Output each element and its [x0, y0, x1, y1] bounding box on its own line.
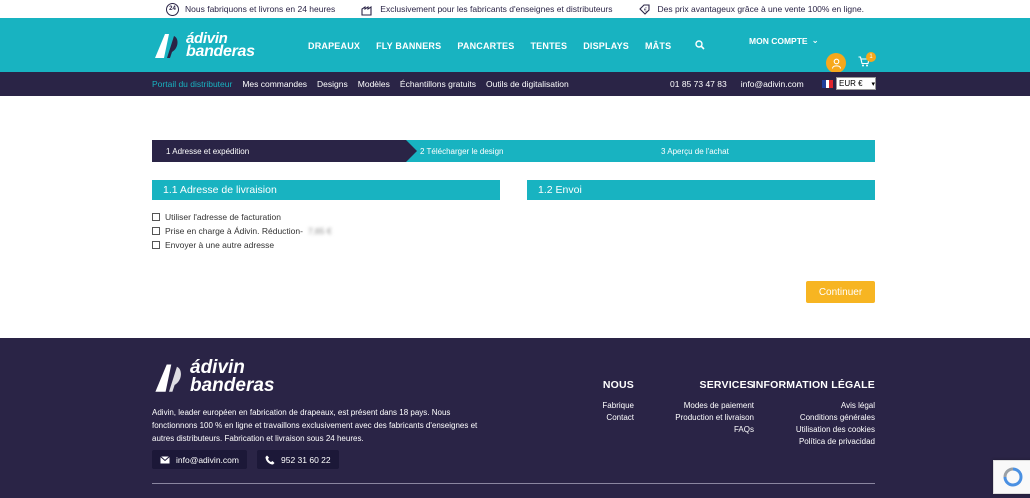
info-text: Nous fabriquons et livrons en 24 heures [185, 4, 336, 14]
logo-mark-icon [155, 364, 181, 392]
footer-link[interactable]: Fabrique [602, 400, 634, 412]
step-preview[interactable]: 3 Aperçu de l'achat [661, 147, 729, 156]
footer-col-legal: INFORMATION LÉGALE Avis légal Conditions… [753, 379, 875, 448]
footer-divider [152, 483, 875, 484]
option-label: Envoyer à une autre adresse [165, 240, 275, 250]
footer-link[interactable]: FAQs [675, 424, 754, 436]
footer-col-services: SERVICES Modes de paiement Production et… [675, 379, 754, 436]
main-header: ádivin banderas DRAPEAUX FLY BANNERS PAN… [0, 18, 1030, 73]
footer-link[interactable]: Política de privacidad [753, 436, 875, 448]
nav-tentes[interactable]: TENTES [530, 41, 567, 51]
nav-displays[interactable]: DISPLAYS [583, 41, 629, 51]
option-label: Prise en charge à Ádivin. Réduction- [165, 226, 303, 236]
step-label: 1 Adresse et expédition [166, 147, 250, 156]
subnav-samples[interactable]: Échantillons gratuits [400, 79, 476, 89]
recaptcha-icon [1003, 467, 1023, 487]
shipping-header: 1.2 Envoi [527, 180, 875, 200]
search-icon[interactable] [695, 40, 705, 50]
checkout-steps: 1 Adresse et expédition 2 Télécharger le… [152, 140, 875, 162]
subnav-digital-tools[interactable]: Outils de digitalisation [486, 79, 569, 89]
subnav-designs[interactable]: Designs [317, 79, 348, 89]
discount-value: 7,65 € [307, 226, 332, 236]
checkbox[interactable] [152, 241, 160, 249]
subnav-email[interactable]: info@adivin.com [741, 79, 804, 89]
footer-col-nous: NOUS Fabrique Contact [602, 379, 634, 424]
footer-link[interactable]: Conditions générales [753, 412, 875, 424]
footer-email-text: info@adivin.com [176, 454, 239, 465]
subnav-phone[interactable]: 01 85 73 47 83 [670, 79, 727, 89]
nav-mats[interactable]: MÂTS [645, 41, 671, 51]
recaptcha-badge[interactable] [993, 460, 1030, 494]
option-pickup[interactable]: Prise en charge à Ádivin. Réduction- 7,65… [152, 224, 332, 238]
footer-description: Adivin, leader européen en fabrication d… [152, 408, 478, 443]
footer-link[interactable]: Production et livraison [675, 412, 754, 424]
cart-count-badge: 1 [866, 52, 876, 62]
nav-fly-banners[interactable]: FLY BANNERS [376, 41, 441, 51]
footer-phone-text: 952 31 60 22 [281, 454, 331, 465]
footer-logo[interactable]: ádivin banderas [152, 358, 274, 396]
logo-line2: banderas [186, 43, 255, 60]
factory-icon [361, 5, 372, 16]
footer-email[interactable]: info@adivin.com [152, 450, 247, 469]
nav-pancartes[interactable]: PANCARTES [457, 41, 514, 51]
info-item-24h: 24 Nous fabriquons et livrons en 24 heur… [166, 2, 336, 16]
delivery-address-header: 1.1 Adresse de livraision [152, 180, 500, 200]
phone-icon [265, 455, 275, 464]
chevron-down-icon: ⌄ [811, 35, 819, 45]
info-text: Exclusivement pour les fabricants d'ense… [380, 4, 613, 14]
main-nav: DRAPEAUX FLY BANNERS PANCARTES TENTES DI… [308, 41, 671, 51]
footer-link[interactable]: Modes de paiement [675, 400, 754, 412]
footer-link[interactable]: Contact [602, 412, 634, 424]
footer-phone[interactable]: 952 31 60 22 [257, 450, 339, 469]
euro-tag-icon: € [639, 3, 651, 15]
checkbox[interactable] [152, 213, 160, 221]
logo-mark-icon [155, 34, 178, 58]
info-text: Des prix avantageux grâce à une vente 10… [657, 4, 864, 14]
option-other-address[interactable]: Envoyer à une autre adresse [152, 238, 332, 252]
user-icon [831, 58, 841, 69]
continue-button[interactable]: Continuer [806, 281, 875, 303]
nav-drapeaux[interactable]: DRAPEAUX [308, 41, 360, 51]
step-upload-design[interactable]: 2 Télécharger le design [420, 147, 503, 156]
info-item-exclusive: Exclusivement pour les fabricants d'ense… [361, 3, 612, 16]
subnav-models[interactable]: Modèles [358, 79, 390, 89]
footer-col-title: NOUS [602, 379, 634, 391]
option-billing-address[interactable]: Utiliser l'adresse de facturation [152, 210, 332, 224]
footer-link[interactable]: Avis légal [753, 400, 875, 412]
account-menu[interactable]: MON COMPTE ⌄ [749, 35, 819, 46]
sub-nav: Portail du distributeur Mes commandes De… [0, 72, 1030, 96]
subnav-orders[interactable]: Mes commandes [242, 79, 307, 89]
logo-line2: banderas [190, 375, 275, 396]
mail-icon [160, 455, 170, 463]
currency-select[interactable]: EUR € ▾ [836, 77, 876, 90]
footer: ádivin banderas Adivin, leader européen … [0, 338, 1030, 498]
option-label: Utiliser l'adresse de facturation [165, 212, 281, 222]
currency-value: EUR € [839, 79, 863, 88]
subnav-portal[interactable]: Portail du distributeur [152, 79, 232, 89]
top-info-bar: 24 Nous fabriquons et livrons en 24 heur… [0, 0, 1030, 18]
user-avatar[interactable] [826, 53, 846, 73]
delivery-options: Utiliser l'adresse de facturation Prise … [152, 210, 332, 252]
step-address[interactable]: 1 Adresse et expédition [152, 140, 417, 162]
footer-col-title: INFORMATION LÉGALE [752, 379, 875, 391]
checkbox[interactable] [152, 227, 160, 235]
info-item-prices: € Des prix avantageux grâce à une vente … [638, 3, 864, 16]
chevron-down-icon: ▾ [871, 80, 875, 88]
site-logo[interactable]: ádivin banderas [152, 30, 255, 60]
svg-text:€: € [644, 7, 647, 13]
24h-icon: 24 [166, 2, 180, 16]
footer-col-title: SERVICES [699, 379, 754, 391]
account-label: MON COMPTE [749, 35, 808, 46]
france-flag-icon [822, 80, 834, 88]
footer-link[interactable]: Utilisation des cookies [753, 424, 875, 436]
